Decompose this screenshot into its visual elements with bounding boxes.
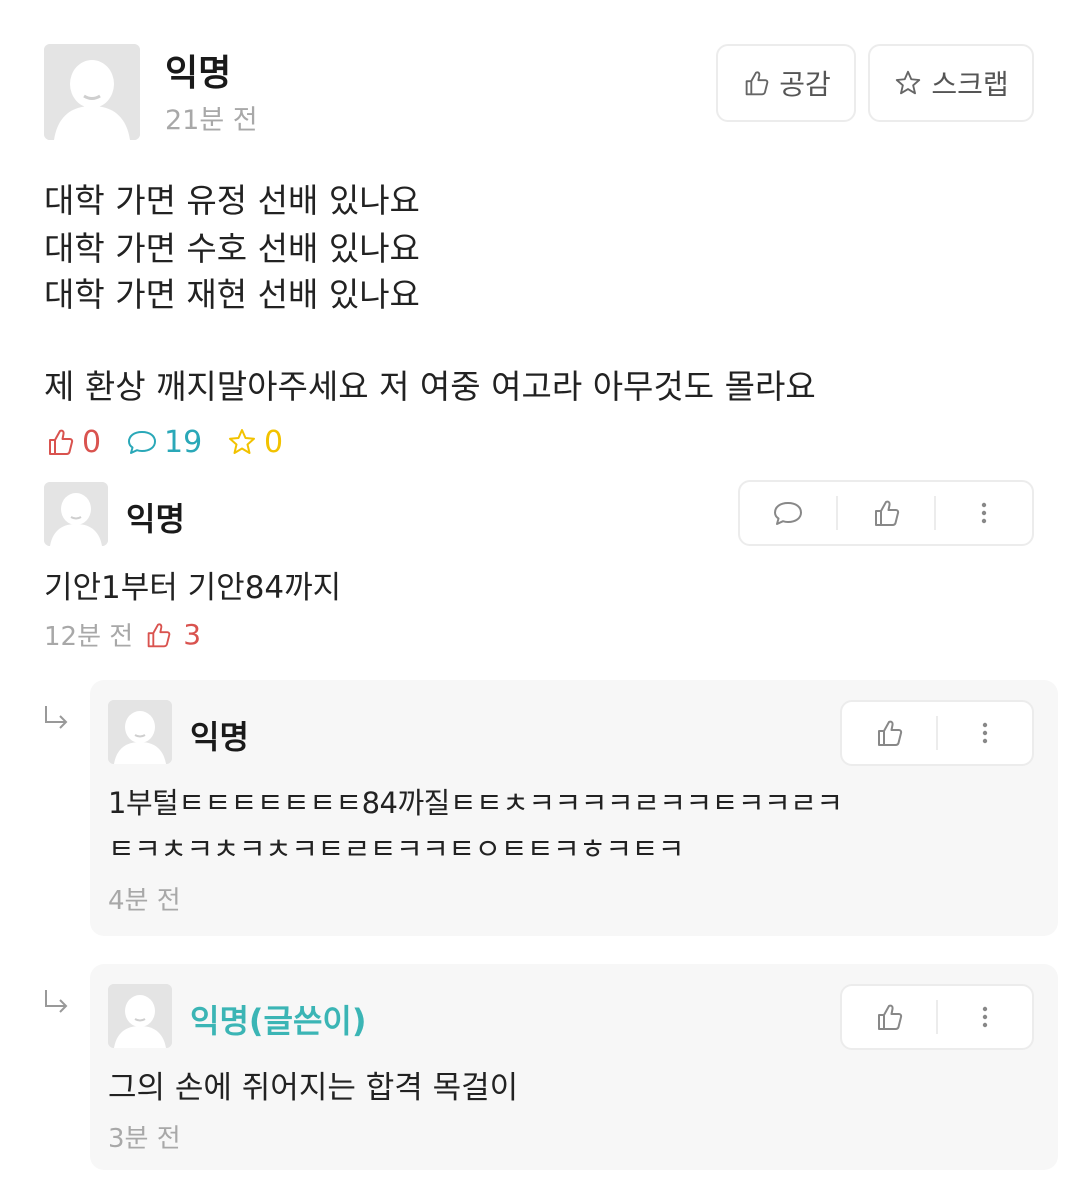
post-body-line: 대학 가면 유정 선배 있나요 — [44, 181, 420, 220]
star-icon — [896, 70, 921, 95]
speech-bubble-icon — [774, 502, 802, 525]
comment-like-count: 3 — [183, 618, 202, 651]
like-count-value: 0 — [82, 424, 102, 460]
reply-button[interactable] — [740, 482, 836, 544]
post-body-line: 제 환상 깨지말아주세요 저 여중 여고라 아무것도 몰라요 — [44, 367, 816, 406]
comment-author: 익명 — [190, 718, 249, 756]
comment-meta: 4분 전 — [108, 880, 181, 917]
comment-actions — [840, 984, 1034, 1050]
post-body-line: 대학 가면 수호 선배 있나요 — [44, 229, 420, 268]
post-body-line: 대학 가면 재현 선배 있나요 — [44, 275, 420, 314]
thumbs-up-icon — [878, 1004, 903, 1030]
comment-actions — [738, 480, 1034, 546]
comment-count-value: 19 — [164, 424, 203, 460]
thumbs-up-icon — [878, 720, 903, 746]
comment-like-button[interactable] — [838, 482, 934, 544]
comment-timestamp: 12분 전 — [44, 622, 134, 652]
thumbs-up-icon — [875, 500, 900, 526]
comment-like-button[interactable] — [842, 702, 936, 764]
thumbs-up-icon — [49, 429, 74, 455]
reply-arrow-icon — [45, 990, 68, 1013]
more-button[interactable] — [936, 482, 1032, 544]
comment-avatar — [108, 984, 172, 1048]
reply-arrow-icon — [45, 706, 68, 729]
post-comment-count: 19 — [126, 420, 202, 464]
more-button[interactable] — [938, 702, 1032, 764]
post-scrap-count: 0 — [226, 420, 283, 464]
comment-meta: 3분 전 — [108, 1118, 181, 1155]
more-vertical-icon — [981, 502, 987, 524]
comment-text-line: 1부털ㅌㅌㅌㅌㅌㅌㅌ84까질ㅌㅌㅊㅋㅋㅋㅋㄹㅋㅋㅌㅋㅋㄹㅋ — [108, 786, 843, 820]
comment-avatar — [44, 482, 108, 546]
comment-meta: 12분 전 3 — [44, 616, 201, 653]
comment-text: 기안1부터 기안84까지 — [44, 570, 342, 606]
scrap-count-value: 0 — [264, 424, 284, 460]
post-timestamp: 21분 전 — [165, 105, 258, 136]
like-button-label: 공감 — [779, 68, 831, 101]
post-like-count: 0 — [44, 420, 101, 464]
comment-text-line: ㅌㅋㅊㅋㅊㅋㅊㅋㅌㄹㅌㅋㅋㅌㅇㅌㅌㅋㅎㅋㅌㅋ — [108, 832, 684, 866]
post-author-name: 익명 — [165, 53, 232, 94]
comment-timestamp: 4분 전 — [108, 886, 181, 916]
op-author-name: 익명(글쓴이) — [190, 1002, 367, 1040]
thumbs-up-icon — [147, 622, 171, 647]
comment-avatar — [108, 700, 172, 764]
comment-actions — [840, 700, 1034, 766]
more-button[interactable] — [938, 986, 1032, 1048]
comment-text: 그의 손에 쥐어지는 합격 목걸이 — [108, 1070, 519, 1106]
scrap-button[interactable]: 스크랩 — [868, 44, 1034, 122]
thumbs-up-icon — [745, 71, 769, 96]
post-author-avatar — [44, 44, 140, 140]
more-vertical-icon — [982, 722, 988, 744]
comment-timestamp: 3분 전 — [108, 1124, 181, 1154]
comment-like-button[interactable] — [842, 986, 936, 1048]
more-vertical-icon — [982, 1006, 988, 1028]
speech-bubble-icon — [128, 431, 156, 454]
like-button[interactable]: 공감 — [716, 44, 856, 122]
comment-author: 익명 — [126, 500, 185, 538]
star-icon — [229, 429, 255, 454]
scrap-button-label: 스크랩 — [931, 68, 1009, 101]
